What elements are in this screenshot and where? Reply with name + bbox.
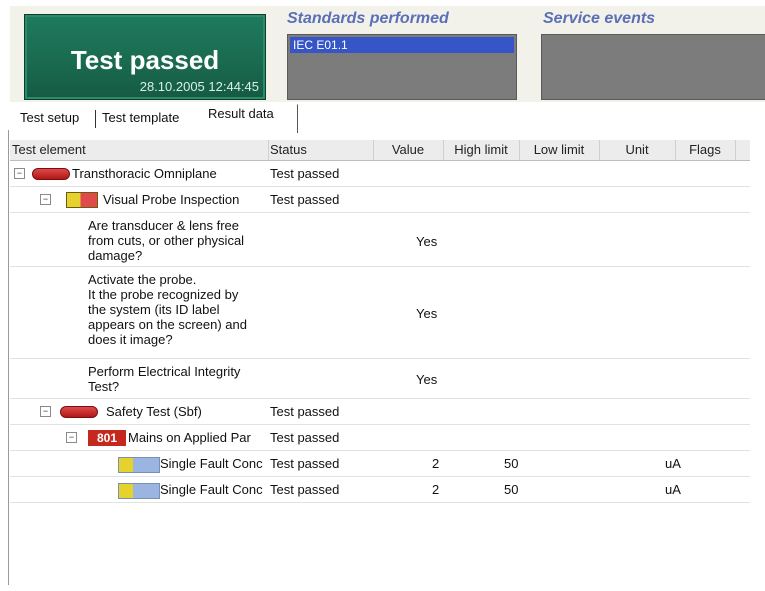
table-row[interactable]: Are transducer & lens free from cuts, or… (10, 214, 750, 267)
table-row[interactable]: Single Fault Conc Test passed 2 50 uA (10, 478, 750, 503)
visual-inspection-icon (66, 192, 98, 208)
row-element: Visual Probe Inspection (103, 192, 240, 207)
safety-test-icon (60, 406, 98, 418)
single-fault-icon (118, 457, 160, 473)
service-events-title: Service events (543, 10, 656, 27)
col-value[interactable]: Value (373, 140, 444, 160)
standards-list-item[interactable]: IEC E01.1 (290, 37, 514, 53)
col-status[interactable]: Status (268, 140, 374, 160)
row-element: Single Fault Conc (160, 482, 263, 497)
row-element: Single Fault Conc (160, 456, 263, 471)
row-status: Test passed (270, 404, 340, 419)
table-row[interactable]: Activate the probe. It the probe recogni… (10, 268, 750, 359)
table-header: Test element Status Value High limit Low… (10, 140, 750, 161)
col-high-limit[interactable]: High limit (443, 140, 520, 160)
standards-list[interactable]: IEC E01.1 (287, 34, 517, 100)
single-fault-icon (118, 483, 160, 499)
row-element: Are transducer & lens free from cuts, or… (88, 218, 245, 263)
test-status-panel: Test passed 28.10.2005 12:44:45 (24, 14, 266, 100)
row-status: Test passed (270, 456, 340, 471)
table-row[interactable]: − 801 Mains on Applied Par Test passed (10, 426, 750, 451)
table-row[interactable]: Perform Electrical Integrity Test? Yes (10, 360, 750, 399)
row-value: Yes (416, 306, 438, 321)
tab-separator (95, 110, 96, 128)
app-window: Test passed 28.10.2005 12:44:45 Standard… (0, 0, 765, 591)
row-element: Perform Electrical Integrity Test? (88, 364, 241, 394)
probe-device-icon (32, 168, 70, 180)
minus-expander-icon[interactable]: − (14, 168, 25, 179)
row-status: Test passed (270, 192, 340, 207)
left-border (8, 130, 9, 585)
minus-expander-icon[interactable]: − (66, 432, 77, 443)
tab-test-template[interactable]: Test template (102, 110, 179, 125)
row-status: Test passed (270, 166, 340, 181)
row-value: Yes (416, 372, 438, 387)
row-high-limit: 50 (504, 482, 519, 497)
row-status: Test passed (270, 430, 340, 445)
table-row[interactable]: − Visual Probe Inspection Test passed (10, 188, 750, 213)
tab-result-data[interactable]: Result data (208, 106, 274, 121)
standards-title: Standards performed (287, 10, 449, 27)
801-test-icon: 801 (88, 430, 126, 446)
col-test-element[interactable]: Test element (10, 140, 269, 160)
minus-expander-icon[interactable]: − (40, 194, 51, 205)
row-unit: uA (665, 482, 681, 497)
status-timestamp: 28.10.2005 12:44:45 (139, 79, 259, 94)
row-value: Yes (416, 234, 438, 249)
minus-expander-icon[interactable]: − (40, 406, 51, 417)
col-low-limit[interactable]: Low limit (519, 140, 600, 160)
row-element: Activate the probe. It the probe recogni… (88, 272, 247, 347)
col-unit[interactable]: Unit (599, 140, 676, 160)
service-events-list[interactable] (541, 34, 765, 100)
result-header: Test passed 28.10.2005 12:44:45 Standard… (10, 6, 765, 102)
status-text: Test passed (70, 45, 220, 75)
tab-test-setup[interactable]: Test setup (20, 110, 79, 125)
tab-bar: Test setup Test template Result data (10, 104, 765, 133)
col-flags[interactable]: Flags (675, 140, 736, 160)
table-row[interactable]: − Transthoracic Omniplane Test passed (10, 162, 750, 187)
row-element: Mains on Applied Par (128, 430, 251, 445)
row-unit: uA (665, 456, 681, 471)
table-row[interactable]: − Safety Test (Sbf) Test passed (10, 400, 750, 425)
row-status: Test passed (270, 482, 340, 497)
row-high-limit: 50 (504, 456, 519, 471)
row-element: Safety Test (Sbf) (106, 404, 202, 419)
row-value: 2 (432, 456, 440, 471)
row-element: Transthoracic Omniplane (72, 166, 217, 181)
row-value: 2 (432, 482, 440, 497)
table-row[interactable]: Single Fault Conc Test passed 2 50 uA (10, 452, 750, 477)
